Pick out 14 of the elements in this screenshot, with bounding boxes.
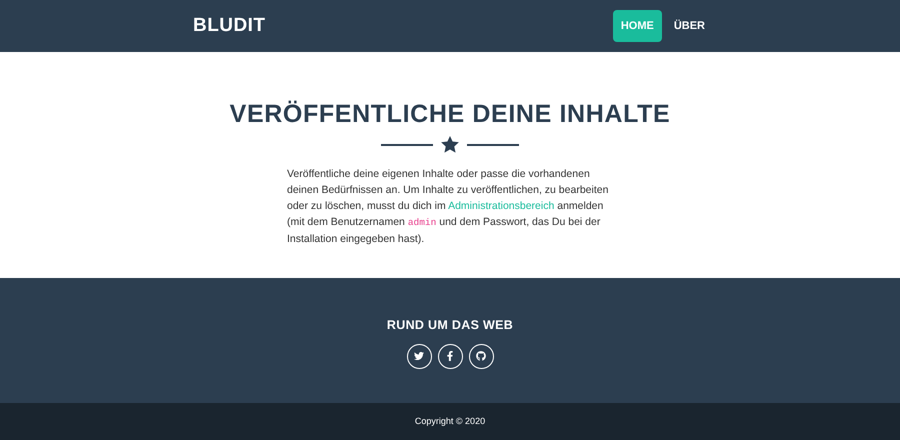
github-icon	[476, 351, 486, 362]
intro-paragraph: Veröffentliche deine eigenen Inhalte oder passe die vorhandenen deinen Bedürfnissen an. Um Inhalte zu veröffentlichen, zu bearbeiten oder zu löschen, musst du dich im Administrationsbereich anmelden (mit dem Benutzernamen admin und dem Passwort, das Du bei der Installation eingegeben hast).	[287, 167, 610, 247]
bird-icon	[414, 351, 424, 362]
footer-heading: RUND UM DAS WEB	[386, 317, 514, 334]
page-title: VERÖFFENTLICHE DEINE INHALTE	[230, 102, 670, 127]
inline-code: admin	[408, 217, 436, 228]
brand-logo[interactable]: BLUDIT	[193, 12, 266, 40]
social-button[interactable]	[406, 344, 432, 369]
nav-link[interactable]: ÜBER	[666, 10, 713, 42]
copyright-text: Copyright © 2020	[414, 414, 486, 428]
facebook-icon	[445, 351, 455, 362]
star-icon	[441, 136, 459, 153]
social-button[interactable]	[438, 344, 462, 369]
social-button[interactable]	[468, 344, 494, 369]
